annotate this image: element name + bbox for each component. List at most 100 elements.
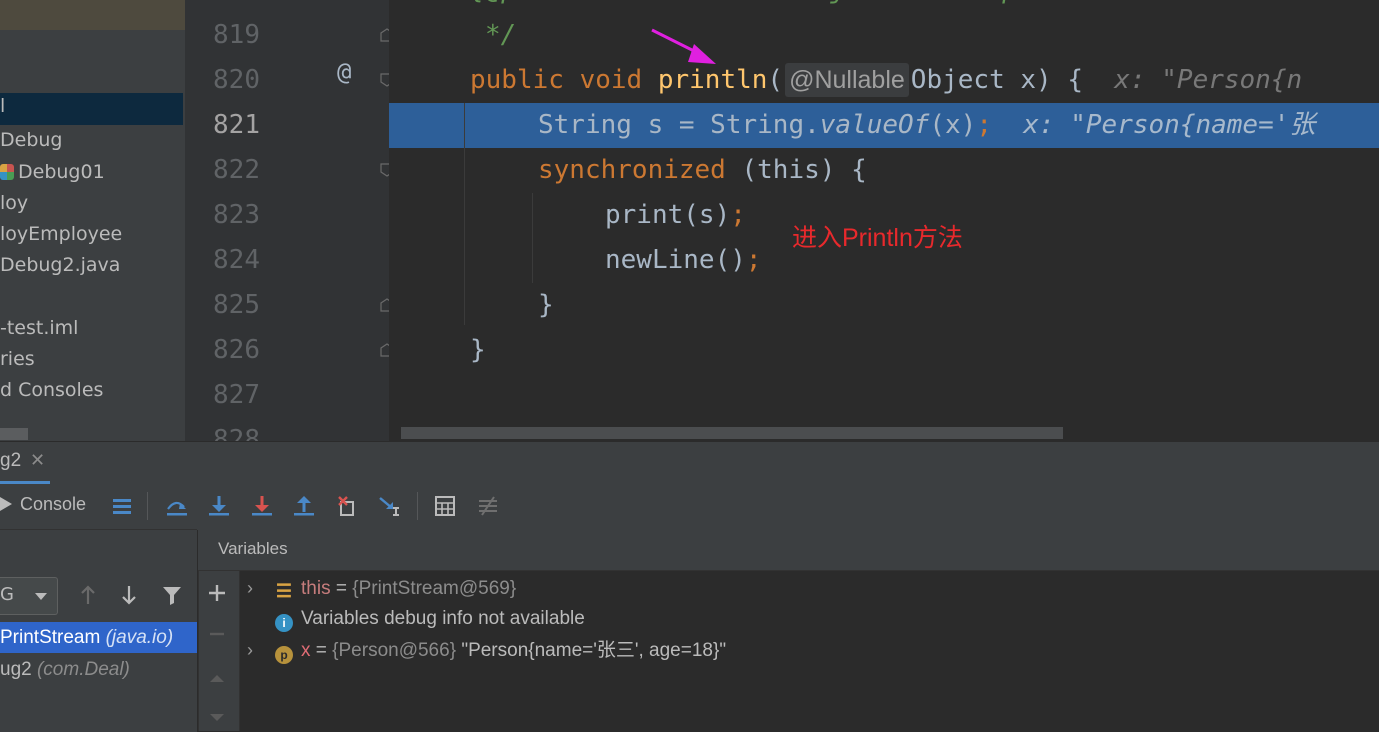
code-line-825: }: [538, 290, 554, 320]
tree-item-consoles[interactable]: d Consoles: [0, 378, 103, 402]
code-text: print(s): [605, 200, 731, 230]
console-label: Console: [20, 494, 87, 514]
method-call: valueOf: [819, 110, 930, 140]
nullable-annotation-hint: @Nullable: [785, 63, 909, 97]
tree-item-debug[interactable]: Debug: [0, 128, 62, 152]
thread-select[interactable]: G: [0, 577, 58, 615]
semicolon: ;: [745, 245, 762, 275]
drop-frame-icon[interactable]: [336, 494, 360, 518]
keyword: public void: [470, 65, 643, 95]
console-icon: [0, 497, 12, 511]
variable-name: this: [301, 578, 331, 599]
current-line-number: 821: [213, 110, 260, 140]
line-number: 825: [213, 290, 260, 320]
move-down-icon[interactable]: [205, 705, 229, 729]
editor-gutter: 818 819 820 821 822 823 824 825 826 827 …: [185, 0, 394, 455]
tree-item-debug01[interactable]: Debug01: [0, 160, 105, 184]
line-number: 826: [213, 335, 260, 365]
toolbar-separator: [147, 492, 148, 520]
close-tab-icon[interactable]: ✕: [30, 450, 45, 471]
semicolon: ;: [976, 110, 992, 140]
code-line-823: print(s);: [605, 193, 746, 238]
class-icon: [0, 164, 14, 180]
tree-item-loyemployee[interactable]: loyEmployee: [0, 222, 122, 246]
debug-tab-label[interactable]: g2: [0, 450, 21, 472]
move-up-icon[interactable]: [205, 666, 229, 690]
trace-icon[interactable]: [476, 494, 500, 518]
variable-row[interactable]: › p x = {Person@566} "Person{name='张三', ag…: [239, 635, 726, 665]
info-icon: i: [275, 614, 293, 632]
variable-eq: =: [330, 578, 353, 599]
method-name: println: [657, 65, 768, 95]
line-number: 827: [213, 380, 260, 410]
line-number: 818: [185, 0, 260, 13]
line-number: 824: [213, 245, 260, 275]
inline-debug-value: x: "Person{n: [1114, 65, 1303, 95]
tree-selection-highlight: [0, 93, 183, 125]
run-to-cursor-icon[interactable]: [378, 494, 402, 518]
code-line-820: public void println(@Nullable Object x) {…: [470, 58, 1302, 103]
expand-chevron-icon[interactable]: ›: [239, 573, 261, 603]
code-text: newLine(): [605, 245, 746, 275]
previous-frame-icon[interactable]: [76, 583, 100, 607]
line-number: 823: [213, 200, 260, 230]
code-line-822: synchronized (this) {: [538, 148, 867, 193]
variable-info-text: Variables debug info not available: [301, 608, 585, 629]
variable-info-row: i Variables debug info not available: [275, 604, 585, 634]
tree-top-strip: [0, 0, 185, 30]
frame-package: (com.Deal): [36, 659, 130, 680]
variable-name: x: [301, 640, 311, 661]
layout-icon[interactable]: [111, 494, 135, 518]
indent-guide: [532, 193, 533, 283]
code-text: String s = String.: [538, 110, 820, 140]
variable-eq: =: [310, 640, 333, 661]
overrides-marker-icon[interactable]: @: [337, 58, 351, 86]
tree-item-iml[interactable]: -test.iml: [0, 316, 78, 340]
tree-item-loy[interactable]: loy: [0, 191, 28, 215]
variable-type: {Person@566}: [332, 640, 457, 661]
filter-icon[interactable]: [160, 583, 184, 607]
variable-row[interactable]: › ☰ this = {PrintStream@569}: [239, 573, 516, 603]
variables-header: Variables: [198, 529, 1379, 571]
line-number: 820: [213, 65, 260, 95]
code-text: (this) {: [725, 155, 867, 185]
console-tab[interactable]: Console: [0, 494, 86, 515]
tree-horizontal-scrollbar[interactable]: [0, 428, 28, 440]
frame-item[interactable]: ug2 (com.Deal): [0, 654, 197, 685]
variable-type: {PrintStream@569}: [352, 578, 517, 599]
annotation-text: 进入Println方法: [792, 224, 963, 252]
tree-item-debug2-java[interactable]: Debug2.java: [0, 253, 120, 277]
semicolon: ;: [730, 200, 746, 230]
expand-chevron-icon[interactable]: ›: [239, 635, 261, 665]
paren: (: [767, 65, 784, 95]
frame-method: ug2: [0, 659, 32, 680]
line-number: 822: [213, 155, 260, 185]
remove-watch-icon[interactable]: [205, 622, 229, 646]
tree-item-selected[interactable]: l: [0, 94, 5, 118]
editor-horizontal-scrollbar[interactable]: [401, 427, 1063, 439]
parameters: Object x) {: [910, 65, 1083, 95]
project-tree: l Debug Debug01 loy loyEmployee Debug2.j…: [0, 0, 185, 441]
next-frame-icon[interactable]: [117, 583, 141, 607]
code-line-824: newLine();: [605, 238, 762, 283]
code-line-821: String s = String.valueOf(x); x: "Person…: [538, 103, 1315, 148]
code-line-826: }: [470, 335, 486, 365]
inline-debug-value: x: "Person{name='张: [1023, 110, 1316, 140]
add-watch-icon[interactable]: [205, 581, 229, 605]
parameter-icon: p: [275, 646, 293, 664]
keyword: synchronized: [538, 155, 726, 185]
step-into-icon[interactable]: [207, 494, 231, 518]
tree-item-label: Debug01: [18, 161, 105, 183]
toolbar-separator: [417, 492, 418, 520]
code-line-819: */: [485, 20, 517, 50]
variables-title: Variables: [218, 539, 288, 558]
step-over-icon[interactable]: [165, 494, 189, 518]
evaluate-icon[interactable]: [433, 494, 457, 518]
tree-item-libraries[interactable]: ries: [0, 347, 35, 371]
step-out-icon[interactable]: [292, 494, 316, 518]
chevron-down-icon: [35, 593, 47, 600]
force-step-into-icon[interactable]: [250, 494, 274, 518]
active-tab-underline: [0, 481, 50, 484]
indent-guide: [464, 103, 465, 325]
frame-item-selected[interactable]: PrintStream (java.io): [0, 622, 197, 653]
